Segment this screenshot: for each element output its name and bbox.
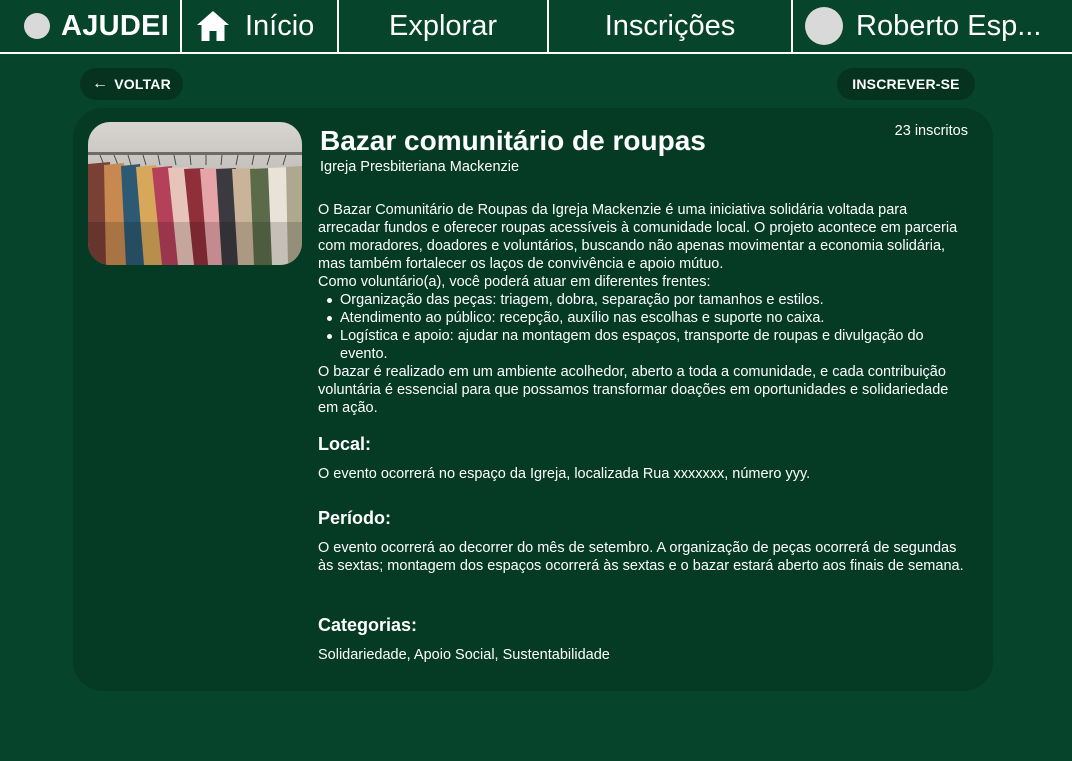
list-item: Logística e apoio: ajudar na montagem do… <box>318 327 968 363</box>
logo-circle <box>24 13 50 39</box>
event-card: Bazar comunitário de roupas Igreja Presb… <box>73 108 993 691</box>
back-button-label: VOLTAR <box>114 76 171 92</box>
nav-item-inscricoes[interactable]: Inscrições <box>549 0 793 52</box>
description-paragraph: O Bazar Comunitário de Roupas da Igreja … <box>318 202 958 272</box>
event-description: O Bazar Comunitário de Roupas da Igreja … <box>318 201 968 417</box>
nav-item-explorar[interactable]: Explorar <box>339 0 549 52</box>
description-paragraph: O bazar é realizado em um ambiente acolh… <box>318 364 949 416</box>
period-text: O evento ocorrerá ao decorrer do mês de … <box>318 540 964 574</box>
subscribe-button[interactable]: INSCREVER-SE <box>837 68 975 100</box>
event-image <box>88 122 302 265</box>
subscriber-count: 23 inscritos <box>894 123 968 139</box>
clothing-rack-photo <box>88 122 302 265</box>
task-list: Organização das peças: triagem, dobra, s… <box>318 291 968 363</box>
event-organization: Igreja Presbiteriana Mackenzie <box>320 159 520 175</box>
top-navigation: AJUDEI Início Explorar Inscrições Robert… <box>0 0 1072 54</box>
local-text: O evento ocorrerá no espaço da Igreja, l… <box>318 466 811 482</box>
description-paragraph: Como voluntário(a), você poderá atuar em… <box>318 274 711 290</box>
categories-text: Solidariedade, Apoio Social, Sustentabil… <box>318 647 610 663</box>
list-item: Atendimento ao público: recepção, auxíli… <box>318 309 968 327</box>
list-item: Organização das peças: triagem, dobra, s… <box>318 291 968 309</box>
brand-name: AJUDEI <box>61 9 170 42</box>
user-name: Roberto Esp... <box>856 9 1042 42</box>
event-title: Bazar comunitário de roupas <box>320 125 706 156</box>
nav-item-label: Explorar <box>389 9 497 42</box>
back-button[interactable]: ← VOLTAR <box>80 68 183 100</box>
categories-heading: Categorias: <box>318 615 418 635</box>
nav-item-inicio[interactable]: Início <box>182 0 339 52</box>
brand[interactable]: AJUDEI <box>0 0 182 52</box>
nav-item-label: Início <box>245 9 315 42</box>
user-menu[interactable]: Roberto Esp... <box>793 0 1072 52</box>
local-heading: Local: <box>318 434 372 454</box>
period-heading: Período: <box>318 508 392 528</box>
subscribe-button-label: INSCREVER-SE <box>852 76 960 92</box>
arrow-left-icon: ← <box>92 75 109 92</box>
avatar <box>805 7 843 45</box>
home-icon <box>197 11 229 41</box>
nav-item-label: Inscrições <box>604 9 736 42</box>
